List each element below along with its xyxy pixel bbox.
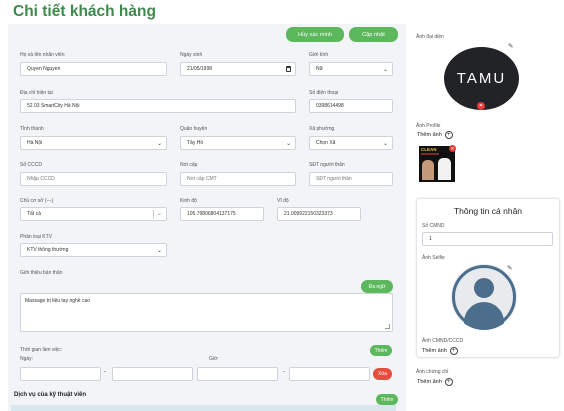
address-label: Địa chỉ hiện tại (20, 90, 53, 96)
time-to-input[interactable] (289, 367, 370, 381)
ward-value: Chọn Xã (316, 140, 336, 146)
latitude-input[interactable]: 21.009922150323373 (277, 207, 361, 221)
remove-avatar-icon[interactable]: ✕ (477, 102, 485, 110)
ward-select[interactable]: Chọn Xã ⌄ (309, 136, 393, 150)
ward-label: Xã phường (309, 126, 335, 132)
intro-textarea[interactable]: Massage trị liệu tay nghề cao (20, 293, 393, 332)
add-profile-photo[interactable]: Thêm ảnh + (417, 131, 453, 139)
day-range-dash: - (104, 369, 106, 375)
selfie-photo[interactable] (451, 264, 517, 330)
phone-input[interactable]: 0398614498 (309, 99, 393, 113)
add-working-time-button[interactable]: Thêm (370, 345, 392, 356)
thumb-banner (421, 153, 439, 155)
issued-place-input[interactable]: Nơi cấp CMT (180, 172, 296, 186)
cancel-verification-button[interactable]: Hủy xác minh (286, 27, 344, 42)
province-select[interactable]: Hà Nội ⌄ (20, 136, 167, 150)
longitude-input[interactable]: 105.79806804137175 (180, 207, 264, 221)
category-select[interactable]: KTV thông thường ⌄ (20, 243, 167, 257)
add-certificate-photo[interactable]: Thêm ảnh + (417, 378, 453, 386)
chevron-down-icon: ⌄ (156, 141, 162, 147)
time-range-dash: - (283, 369, 285, 375)
page-title: Chi tiết khách hàng (13, 3, 156, 20)
longitude-label: Kinh độ (180, 198, 197, 204)
multilanguage-button[interactable]: Đa ngữ (361, 280, 393, 293)
add-cmnd-photo[interactable]: Thêm ảnh + (422, 347, 458, 355)
avatar-logo-text: TAMU (456, 70, 507, 87)
branch-value: Tất cả (27, 211, 41, 217)
day-from-input[interactable] (20, 367, 101, 381)
district-value: Tây Hồ (187, 140, 204, 146)
profile-photo-label: Ảnh Profile (416, 123, 441, 129)
working-time-label: Thời gian làm việc: (20, 347, 63, 353)
services-title: Dịch vụ của kỹ thuật viên (14, 392, 87, 398)
certificate-label: Ảnh chứng chỉ (416, 369, 449, 375)
employee-name-input[interactable]: Quyen Nguyen (20, 62, 167, 76)
edit-avatar-icon[interactable]: ✎ (508, 42, 513, 50)
intro-text: Massage trị liệu tay nghề cao (25, 298, 91, 304)
branch-label: Chủ cơ sở (---) (20, 198, 54, 204)
personal-info-title: Thông tin cá nhân (453, 206, 523, 216)
intro-label: Giới thiệu bản thân (20, 270, 63, 276)
plus-circle-icon[interactable]: + (444, 378, 453, 386)
delete-working-time-button[interactable]: Xóa (373, 368, 392, 380)
branch-select[interactable]: Tất cả ⌄ (20, 207, 167, 221)
category-label: Phân loại KTV (20, 234, 52, 240)
resize-handle[interactable] (385, 324, 390, 329)
thumb-person (422, 160, 434, 180)
employee-name-label: Họ và tên nhân viên (20, 52, 65, 58)
chevron-down-icon: ⌄ (382, 141, 388, 147)
dob-label: Ngày sinh (180, 52, 203, 58)
thumb-caption: CLEAN (421, 147, 437, 152)
divider (153, 210, 154, 219)
avatar-label: Ảnh đại diện (416, 34, 444, 40)
plus-circle-icon[interactable]: + (449, 347, 458, 355)
address-input[interactable]: 52.03 SmartCity Hà Nội (20, 99, 296, 113)
add-certificate-text: Thêm ảnh (417, 379, 442, 385)
gender-select[interactable]: Nữ ⌄ (309, 62, 393, 76)
plus-circle-icon[interactable]: + (444, 131, 453, 139)
day-to-input[interactable] (112, 367, 193, 381)
services-table-header (11, 405, 396, 411)
chevron-down-icon: ⌄ (285, 141, 291, 147)
cccd-label: Số CCCD (20, 162, 42, 168)
gender-value: Nữ (316, 66, 323, 72)
cccd-input[interactable]: Nhập CCCD (20, 172, 167, 186)
selfie-label: Ảnh Selfie (422, 255, 445, 261)
avatar[interactable]: TAMU (444, 47, 519, 110)
remove-profile-photo-icon[interactable]: ✕ (449, 145, 456, 152)
add-cmnd-photo-text: Thêm ảnh (422, 348, 447, 354)
issued-place-label: Nơi cấp (180, 162, 198, 168)
relative-phone-label: SĐT người thân (309, 162, 345, 168)
add-profile-photo-text: Thêm ảnh (417, 132, 442, 138)
day-label: Ngày: (20, 356, 34, 362)
edit-selfie-icon[interactable]: ✎ (507, 264, 512, 272)
dob-input[interactable]: 21/05/1998 (180, 62, 296, 76)
phone-label: Số điện thoại (309, 90, 339, 96)
chevron-down-icon: ⌄ (382, 67, 388, 73)
district-label: Quận huyện (180, 126, 208, 132)
latitude-label: Vĩ độ (277, 198, 289, 204)
chevron-down-icon: ⌄ (156, 248, 162, 254)
province-label: Tỉnh thành (20, 126, 44, 132)
time-from-input[interactable] (197, 367, 278, 381)
province-value: Hà Nội (27, 140, 43, 146)
chevron-down-icon: ⌄ (156, 211, 162, 217)
time-label: Giờ: (209, 356, 219, 362)
gender-label: Giới tính (309, 52, 329, 58)
calendar-icon[interactable] (286, 66, 291, 72)
add-service-button[interactable]: Thêm (376, 394, 398, 405)
update-button[interactable]: Cập nhật (349, 27, 398, 42)
cmnd-photo-label: Ảnh CMND/CCCD (422, 338, 464, 344)
cmnd-input[interactable]: 1 (422, 232, 553, 246)
user-head-icon (474, 278, 494, 298)
district-select[interactable]: Tây Hồ ⌄ (180, 136, 296, 150)
thumb-person (438, 158, 451, 180)
category-value: KTV thông thường (27, 247, 69, 253)
dob-value: 21/05/1998 (187, 66, 213, 72)
relative-phone-input[interactable]: SĐT người thân (309, 172, 393, 186)
cmnd-label: Số CMND (422, 223, 445, 229)
